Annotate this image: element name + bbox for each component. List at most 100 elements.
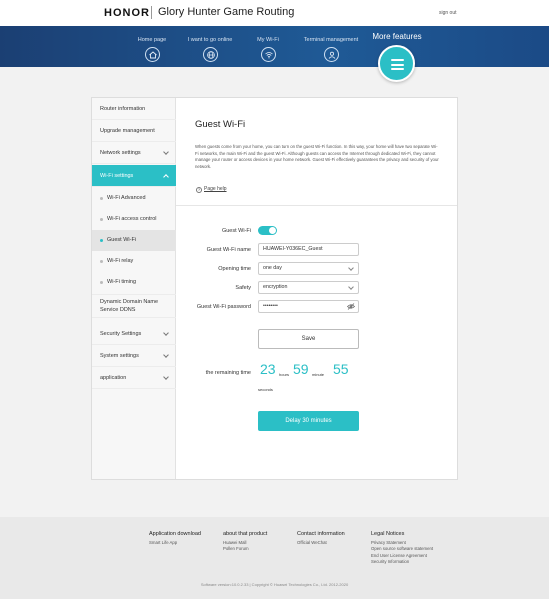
more-features-label[interactable]: More features — [362, 32, 432, 41]
sidebar-item-system-settings[interactable]: System settings — [92, 345, 176, 367]
nav-terminal-management[interactable]: Terminal management — [296, 37, 366, 62]
nav-online-label: I want to go online — [187, 37, 233, 43]
nav-my-wifi[interactable]: My Wi-Fi — [233, 37, 303, 62]
safety-value: encryption — [263, 284, 288, 290]
seconds-unit: seconds — [258, 387, 273, 392]
settings-card: Router information Upgrade management Ne… — [91, 97, 458, 480]
sign-out-link[interactable]: sign out — [439, 10, 457, 16]
sidebar-item-router-information[interactable]: Router information — [92, 98, 176, 120]
chevron-down-icon — [163, 149, 169, 155]
page-title: Guest Wi-Fi — [195, 119, 246, 130]
footer-col-legal: Legal Notices Privacy Statement Open sou… — [371, 531, 433, 565]
toggle-knob — [269, 227, 276, 234]
footer-col-about: about that product Huawei Mall Pollen Fo… — [223, 531, 267, 553]
guest-wifi-label: Guest Wi-Fi — [221, 228, 251, 234]
page-footer: Application download Smart Life App abou… — [0, 517, 549, 599]
wifi-icon — [260, 47, 276, 62]
delay-30-minutes-button[interactable]: Delay 30 minutes — [258, 411, 359, 431]
sidebar-sub-wifi-advanced[interactable]: Wi-Fi Advanced — [92, 188, 176, 209]
remaining-seconds: 55 — [333, 361, 349, 377]
chevron-down-icon — [348, 284, 354, 290]
sidebar-sub-label: Guest Wi-Fi — [107, 237, 137, 243]
chevron-up-icon — [163, 174, 169, 180]
sidebar-sub-wifi-relay[interactable]: Wi-Fi relay — [92, 251, 176, 272]
footer-col-title: about that product — [223, 531, 268, 537]
bullet-icon — [100, 260, 103, 263]
sidebar-sub-label: Wi-Fi Advanced — [107, 195, 146, 201]
home-icon — [144, 47, 160, 62]
sidebar-item-wifi-settings[interactable]: Wi-Fi settings — [92, 165, 176, 187]
sidebar-item-application[interactable]: application — [92, 367, 176, 389]
footer-link-eula[interactable]: End User License Agreement — [371, 553, 433, 559]
nav-terminal-label: Terminal management — [303, 37, 359, 43]
brand-logo: HONOR — [104, 7, 150, 19]
remaining-minutes: 59 — [293, 361, 309, 377]
nav-wifi-label: My Wi-Fi — [257, 37, 279, 43]
sidebar-item-label: System settings — [100, 353, 139, 359]
safety-label: Safety — [235, 285, 251, 291]
opening-time-value: one day — [263, 265, 282, 271]
bullet-icon — [100, 197, 103, 200]
guest-wifi-panel: Guest Wi-Fi When guests come from your h… — [176, 98, 457, 479]
sidebar-sub-label: Wi-Fi timing — [107, 279, 137, 285]
sidebar-item-upgrade-management[interactable]: Upgrade management — [92, 120, 176, 142]
guest-wifi-name-label: Guest Wi-Fi name — [206, 247, 251, 253]
footer-col-title: Application download — [149, 531, 201, 537]
sidebar-item-security-settings[interactable]: Security Settings — [92, 323, 176, 345]
header-divider — [151, 6, 152, 19]
page-help-label: Page help — [204, 186, 227, 192]
footer-col-title: Contact information — [297, 531, 345, 537]
footer-link-pollen-forum[interactable]: Pollen Forum — [223, 546, 267, 552]
section-divider — [176, 205, 457, 206]
nav-home-label: Home page — [137, 37, 167, 43]
globe-icon — [202, 47, 218, 62]
password-value: •••••••• — [263, 303, 278, 309]
chevron-down-icon — [163, 330, 169, 336]
user-icon — [323, 47, 339, 62]
guest-wifi-toggle[interactable] — [258, 226, 277, 235]
guest-wifi-password-label: Guest Wi-Fi password — [196, 304, 251, 310]
help-icon: ? — [196, 187, 202, 193]
sidebar-sub-label: Wi-Fi relay — [107, 258, 134, 264]
footer-link-security-information[interactable]: Security Information — [371, 559, 433, 565]
menu-icon[interactable] — [378, 45, 415, 82]
safety-select[interactable]: encryption — [258, 281, 359, 294]
chevron-down-icon — [163, 374, 169, 380]
sidebar-item-network-settings[interactable]: Network settings — [92, 142, 176, 164]
product-name: Glory Hunter Game Routing — [158, 6, 295, 18]
footer-col-contact: Contact information Official WeChat — [297, 531, 345, 546]
remaining-time-label: the remaining time — [205, 370, 251, 376]
eye-hidden-icon[interactable] — [347, 303, 355, 310]
sidebar-item-ddns[interactable]: Dynamic Domain Name Service DDNS — [92, 294, 176, 318]
bullet-icon — [100, 281, 103, 284]
copyright-text: Software version:10.0.2.33 | Copyright ©… — [200, 582, 349, 587]
opening-time-select[interactable]: one day — [258, 262, 359, 275]
chevron-down-icon — [348, 265, 354, 271]
guest-wifi-name-input[interactable]: HUAWEI-Y036EC_Guest — [258, 243, 359, 256]
footer-link-official-wechat[interactable]: Official WeChat — [297, 540, 345, 546]
page-help-link[interactable]: ? Page help — [196, 186, 227, 193]
chevron-down-icon — [163, 352, 169, 358]
sidebar-item-label: Router information — [100, 106, 146, 112]
save-button[interactable]: Save — [258, 329, 359, 349]
footer-link-open-source[interactable]: Open source software statement — [371, 546, 433, 552]
footer-col-app-download: Application download Smart Life App — [149, 531, 201, 546]
sidebar-sub-guest-wifi[interactable]: Guest Wi-Fi — [92, 230, 176, 251]
sidebar-item-label: Dynamic Domain Name — [100, 299, 159, 305]
guest-wifi-password-input[interactable]: •••••••• — [258, 300, 359, 313]
sidebar-item-label: Service DDNS — [100, 307, 136, 313]
sidebar-item-label: Upgrade management — [100, 128, 155, 134]
minutes-unit: minute — [312, 372, 325, 377]
page-description: When guests come from your home, you can… — [195, 144, 439, 169]
bullet-icon — [100, 239, 103, 242]
footer-link-smart-life-app[interactable]: Smart Life App — [149, 540, 201, 546]
sidebar-sub-wifi-timing[interactable]: Wi-Fi timing — [92, 272, 176, 293]
bullet-icon — [100, 218, 103, 221]
opening-time-label: Opening time — [218, 266, 251, 272]
sidebar-item-label: application — [100, 375, 127, 381]
sidebar-item-label: Security Settings — [100, 331, 142, 337]
sidebar-item-label: Network settings — [100, 150, 141, 156]
remaining-hours: 23 — [260, 361, 276, 377]
sidebar-sub-wifi-access-control[interactable]: Wi-Fi access control — [92, 209, 176, 230]
hours-unit: hours — [279, 372, 290, 377]
